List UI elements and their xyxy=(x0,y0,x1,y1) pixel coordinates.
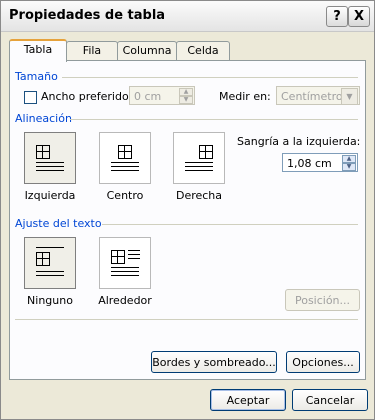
text-line-icon xyxy=(36,271,64,272)
preferred-width-spinner[interactable]: ▲ ▼ xyxy=(179,88,193,104)
table-icon xyxy=(36,252,50,266)
text-line-icon xyxy=(36,170,64,171)
text-line-icon xyxy=(128,254,140,255)
table-icon xyxy=(111,250,125,264)
table-properties-dialog: Propiedades de tabla ? X Tabla Fila Colu… xyxy=(0,0,375,420)
left-indent-input[interactable]: 1,08 cm ▲ ▼ xyxy=(282,153,358,172)
tab-fila[interactable]: Fila xyxy=(66,41,118,60)
tab-tabla[interactable]: Tabla xyxy=(9,39,67,62)
align-right-option[interactable] xyxy=(173,132,225,184)
close-button[interactable]: X xyxy=(348,6,370,27)
left-indent-label: Sangría a la izquierda: xyxy=(237,135,361,148)
text-wrapping-group-divider xyxy=(102,224,358,225)
text-line-icon xyxy=(111,267,139,268)
chevron-down-icon[interactable]: ▼ xyxy=(341,88,358,105)
preferred-width-label: Ancho preferido: xyxy=(41,90,133,103)
spin-up-icon[interactable]: ▲ xyxy=(342,155,356,163)
section-divider xyxy=(15,319,358,320)
text-line-icon xyxy=(36,247,64,248)
text-line-icon xyxy=(111,271,139,272)
measure-in-label: Medir en: xyxy=(219,90,271,103)
text-line-icon xyxy=(128,258,140,259)
size-group-divider xyxy=(62,77,358,78)
left-indent-spinner[interactable]: ▲ ▼ xyxy=(342,155,356,171)
wrap-around-option[interactable] xyxy=(99,237,151,289)
text-line-icon xyxy=(185,162,213,163)
tab-columna[interactable]: Columna xyxy=(117,41,177,60)
accept-button[interactable]: Aceptar xyxy=(210,389,286,411)
preferred-width-input[interactable]: 0 cm ▲ ▼ xyxy=(129,86,195,105)
preferred-width-checkbox[interactable] xyxy=(24,91,37,104)
table-icon xyxy=(36,145,50,159)
text-wrapping-group-title: Ajuste del texto xyxy=(15,217,102,230)
wrap-none-option[interactable] xyxy=(24,237,76,289)
wrap-none-label: Ninguno xyxy=(27,294,73,307)
alignment-group-title: Alineación xyxy=(15,112,72,125)
window-title: Propiedades de tabla xyxy=(9,8,166,23)
tab-panel: Tamaño Ancho preferido: 0 cm ▲ ▼ Medir e… xyxy=(9,60,366,380)
align-right-label: Derecha xyxy=(175,189,223,202)
help-button[interactable]: ? xyxy=(326,6,348,27)
tab-celda[interactable]: Celda xyxy=(176,41,230,60)
text-line-icon xyxy=(128,250,140,251)
size-group-title: Tamaño xyxy=(15,70,58,83)
text-line-icon xyxy=(185,166,213,167)
text-line-icon xyxy=(36,162,64,163)
align-left-label: Izquierda xyxy=(24,189,76,202)
measure-in-value: Centímetros xyxy=(281,90,349,103)
alignment-group-divider xyxy=(70,119,358,120)
align-center-label: Centro xyxy=(106,189,144,202)
align-left-option[interactable] xyxy=(24,132,76,184)
align-center-option[interactable] xyxy=(99,132,151,184)
title-bar: Propiedades de tabla ? X xyxy=(1,1,374,32)
text-line-icon xyxy=(111,170,139,171)
text-line-icon xyxy=(36,166,64,167)
preferred-width-value: 0 cm xyxy=(134,90,162,103)
table-icon xyxy=(199,145,213,159)
position-button[interactable]: Posición... xyxy=(285,289,360,311)
measure-in-select[interactable]: Centímetros ▼ xyxy=(276,86,360,105)
spin-up-icon[interactable]: ▲ xyxy=(179,88,193,96)
spin-down-icon[interactable]: ▼ xyxy=(179,96,193,104)
text-line-icon xyxy=(185,170,213,171)
cancel-button[interactable]: Cancelar xyxy=(292,389,368,411)
text-line-icon xyxy=(36,275,64,276)
table-icon xyxy=(118,145,132,159)
wrap-around-label: Alrededor xyxy=(98,294,152,307)
text-line-icon xyxy=(111,162,139,163)
left-indent-value: 1,08 cm xyxy=(287,157,332,170)
options-button[interactable]: Opciones... xyxy=(286,351,360,373)
text-line-icon xyxy=(111,275,139,276)
text-line-icon xyxy=(111,166,139,167)
spin-down-icon[interactable]: ▼ xyxy=(342,163,356,171)
borders-shading-button[interactable]: Bordes y sombreado... xyxy=(151,351,277,373)
